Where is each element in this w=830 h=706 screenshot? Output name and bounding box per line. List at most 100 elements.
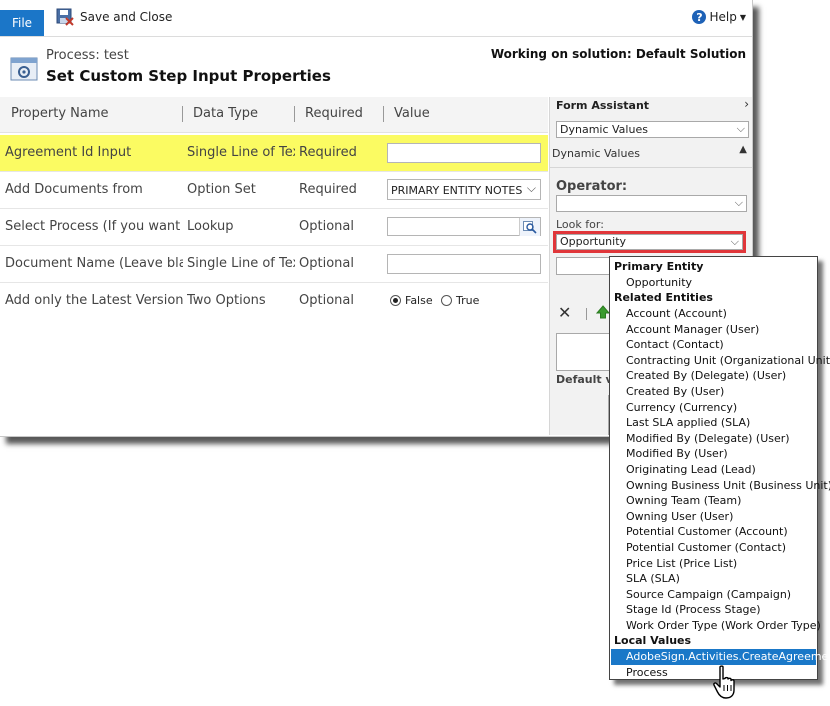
hand-cursor-icon	[713, 665, 735, 699]
radio-false-button[interactable]	[390, 295, 401, 306]
dropdown-item[interactable]: Account (Account)	[611, 306, 816, 322]
radio-true[interactable]: True	[441, 294, 479, 307]
dropdown-item-selected[interactable]: AdobeSign.Activities.CreateAgreement	[611, 649, 830, 665]
look-for-label: Look for:	[556, 218, 604, 231]
dropdown-item[interactable]: SLA (SLA)	[611, 571, 816, 587]
chevron-down-icon: ⌵	[526, 181, 536, 195]
form-assistant-title: Form Assistant	[556, 99, 650, 112]
dropdown-item[interactable]: Owning User (User)	[611, 509, 816, 525]
dynamic-values-header[interactable]: Dynamic Values	[552, 147, 640, 160]
dropdown-item[interactable]: Created By (User)	[611, 384, 816, 400]
document-name-input[interactable]	[387, 254, 541, 274]
add-documents-select[interactable]: PRIMARY ENTITY NOTES ⌵	[387, 179, 541, 200]
radio-true-button[interactable]	[441, 295, 452, 306]
table-row[interactable]: Select Process (If you want to... Lookup…	[0, 209, 548, 246]
process-name: Process: test	[46, 48, 129, 63]
column-header-property-name[interactable]: Property Name	[11, 106, 109, 121]
dropdown-item[interactable]: Potential Customer (Contact)	[611, 540, 816, 556]
column-header-data-type[interactable]: Data Type	[193, 106, 258, 121]
expand-arrow-icon[interactable]: ›	[744, 97, 749, 111]
column-header-value[interactable]: Value	[394, 106, 430, 121]
solution-label: Working on solution: Default Solution	[490, 47, 746, 61]
column-header-required[interactable]: Required	[305, 106, 363, 121]
look-for-select[interactable]: Opportunity ⌵	[556, 234, 743, 250]
dropdown-item[interactable]: Stage Id (Process Stage)	[611, 602, 816, 618]
assistant-mode-select[interactable]: Dynamic Values ⌵	[556, 121, 749, 138]
dropdown-item[interactable]: Price List (Price List)	[611, 556, 816, 572]
select-value: PRIMARY ENTITY NOTES	[391, 184, 523, 197]
property-name-cell: Add only the Latest Version...	[5, 293, 183, 308]
property-name-cell: Select Process (If you want to...	[5, 219, 183, 234]
required-cell: Optional	[299, 219, 354, 234]
dropdown-item[interactable]: Originating Lead (Lead)	[611, 462, 816, 478]
file-tab[interactable]: File	[0, 10, 44, 36]
chevron-down-icon: ⌵	[734, 196, 743, 209]
property-name-cell: Agreement Id Input	[5, 145, 132, 160]
radio-false[interactable]: False	[390, 294, 433, 307]
help-label: Help	[709, 10, 737, 24]
data-type-cell: Option Set	[187, 182, 256, 197]
agreement-id-input[interactable]	[387, 143, 541, 163]
divider	[550, 167, 752, 168]
dropdown-item[interactable]: Created By (Delegate) (User)	[611, 368, 816, 384]
dropdown-item[interactable]: Account Manager (User)	[611, 322, 816, 338]
help-icon: ?	[692, 10, 707, 24]
save-close-icon	[56, 8, 74, 26]
chevron-down-icon: ⌵	[736, 122, 745, 135]
lookup-icon	[523, 220, 537, 234]
look-for-dropdown-list[interactable]: Primary Entity Opportunity Related Entit…	[609, 256, 830, 680]
operator-select[interactable]: ⌵	[556, 195, 747, 212]
data-type-cell: Single Line of Text	[187, 145, 295, 160]
column-divider[interactable]	[383, 106, 384, 122]
dropdown-item[interactable]: Potential Customer (Account)	[611, 524, 816, 540]
dropdown-item[interactable]: Modified By (User)	[611, 446, 816, 462]
table-row[interactable]: Add only the Latest Version... Two Optio…	[0, 283, 548, 319]
select-process-lookup[interactable]	[387, 217, 541, 236]
toolbar-divider	[586, 308, 587, 320]
column-divider[interactable]	[294, 106, 295, 122]
data-type-cell: Single Line of Text	[187, 256, 295, 271]
table-row[interactable]: Agreement Id Input Single Line of Text R…	[0, 135, 548, 172]
dropdown-item[interactable]: Owning Team (Team)	[611, 493, 816, 509]
help-button[interactable]: ? Help ▼	[692, 7, 746, 27]
property-name-cell: Document Name (Leave blan...	[5, 256, 183, 271]
properties-grid: Property Name Data Type Required Value A…	[0, 97, 548, 433]
save-close-label: Save and Close	[80, 10, 173, 24]
data-type-cell: Two Options	[187, 293, 266, 308]
data-type-cell: Lookup	[187, 219, 234, 234]
process-icon	[10, 57, 38, 81]
assistant-mode-value: Dynamic Values	[560, 123, 648, 136]
column-divider[interactable]	[182, 106, 183, 122]
chevron-down-icon: ▼	[739, 12, 746, 22]
dropdown-item[interactable]: Modified By (Delegate) (User)	[611, 431, 816, 447]
dropdown-item[interactable]: Source Campaign (Campaign)	[611, 587, 816, 603]
table-row[interactable]: Document Name (Leave blan... Single Line…	[0, 246, 548, 283]
collapse-icon[interactable]: ▲	[739, 144, 747, 155]
group-header-local-values: Local Values	[614, 634, 692, 647]
ribbon: File Save and Close ? Help ▼	[0, 0, 752, 37]
dropdown-item[interactable]: Last SLA applied (SLA)	[611, 415, 816, 431]
required-cell: Required	[299, 145, 357, 160]
group-header-related-entities: Related Entities	[614, 291, 713, 304]
save-and-close-button[interactable]: Save and Close	[56, 6, 172, 28]
dropdown-item[interactable]: Contact (Contact)	[611, 337, 816, 353]
radio-false-label: False	[405, 294, 433, 307]
lookup-button[interactable]	[519, 218, 540, 236]
property-name-cell: Add Documents from	[5, 182, 143, 197]
dropdown-item[interactable]: Currency (Currency)	[611, 400, 816, 416]
required-cell: Optional	[299, 293, 354, 308]
operator-label: Operator:	[556, 179, 628, 194]
dropdown-item-opportunity[interactable]: Opportunity	[611, 275, 816, 291]
dropdown-item[interactable]: Work Order Type (Work Order Type)	[611, 618, 821, 634]
table-row[interactable]: Add Documents from Option Set Required P…	[0, 172, 548, 209]
dropdown-item[interactable]: Contracting Unit (Organizational Unit)	[611, 353, 830, 369]
look-for-value: Opportunity	[560, 235, 627, 248]
page-title: Set Custom Step Input Properties	[46, 67, 331, 85]
group-header-primary-entity: Primary Entity	[614, 260, 704, 273]
remove-icon[interactable]: ✕	[558, 303, 571, 322]
dropdown-item[interactable]: Owning Business Unit (Business Unit)	[611, 478, 830, 494]
required-cell: Optional	[299, 256, 354, 271]
move-up-arrow-icon[interactable]	[596, 305, 610, 319]
required-cell: Required	[299, 182, 357, 197]
chevron-down-icon: ⌵	[730, 235, 739, 248]
